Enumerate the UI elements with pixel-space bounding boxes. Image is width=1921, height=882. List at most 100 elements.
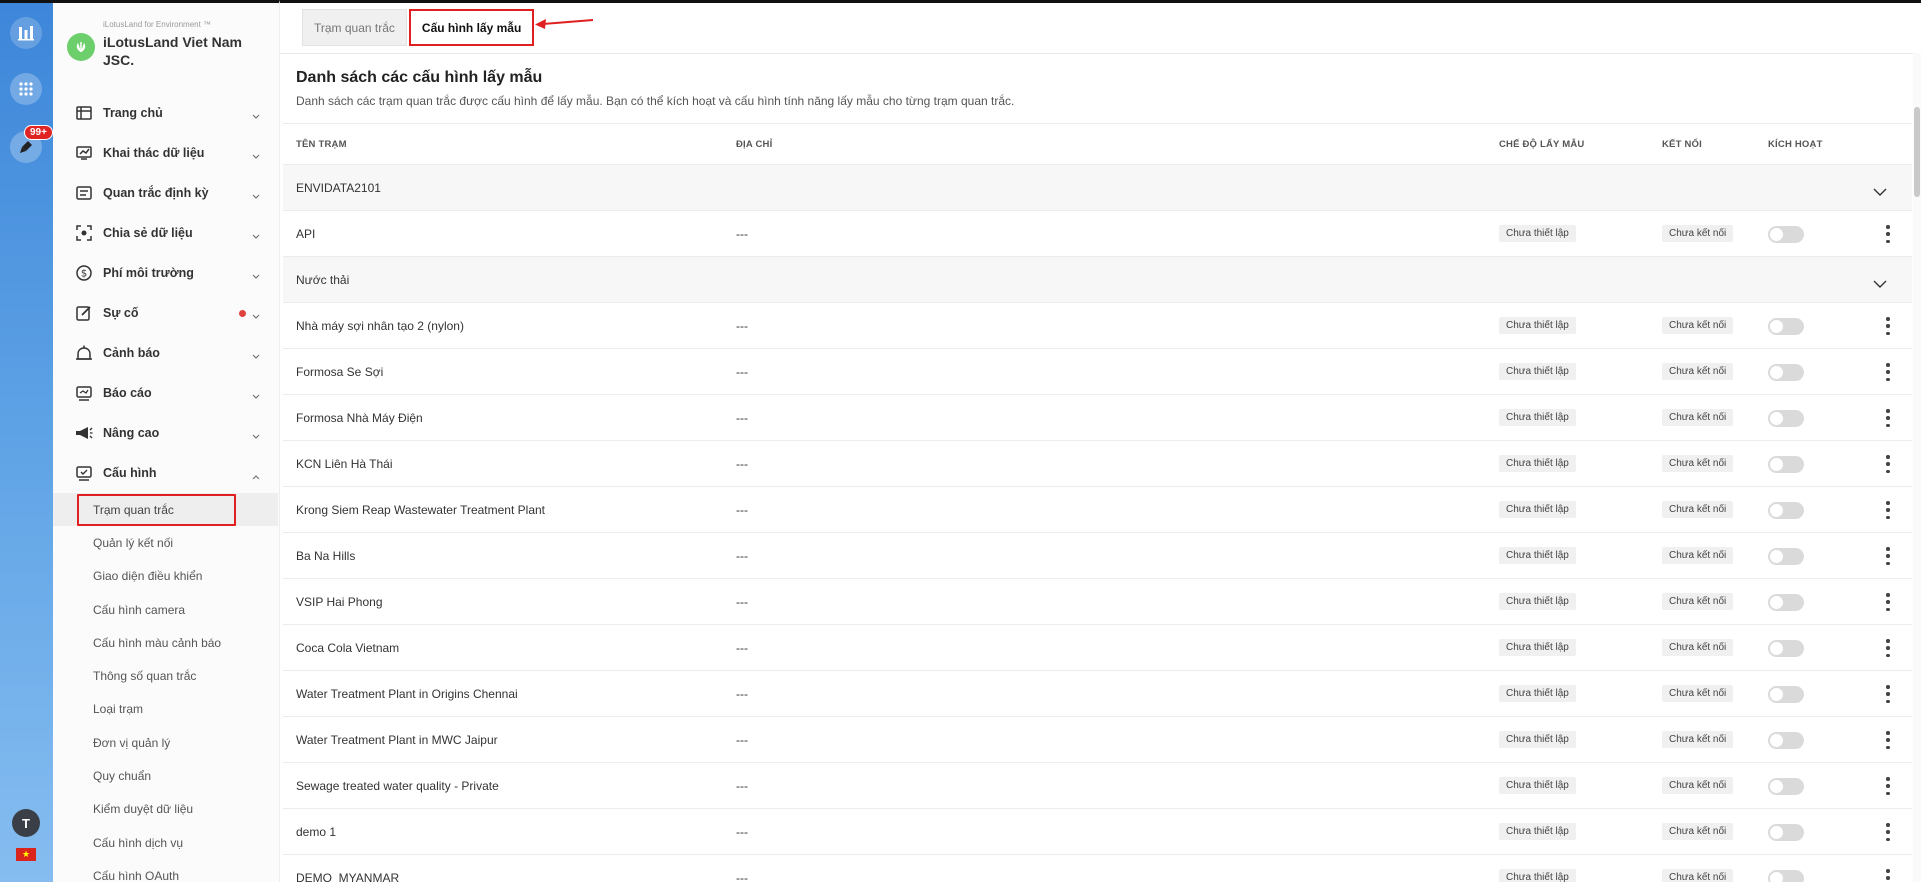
menu-phi-moi-truong[interactable]: $ Phí môi trường — [53, 253, 280, 293]
sidebar: iLotusLand for Environment ™ iLotusLand … — [53, 0, 280, 882]
table-row: Nhà máy sợi nhân tạo 2 (nylon) --- Chưa th… — [283, 303, 1912, 349]
more-options-icon[interactable] — [1885, 501, 1891, 519]
more-options-icon[interactable] — [1885, 731, 1891, 749]
vietnam-flag-icon[interactable]: ★ — [16, 848, 36, 861]
submenu-giao-dien-dieu-khien[interactable]: Giao diện điều khiển — [53, 560, 280, 593]
menu-trang-chu[interactable]: Trang chủ — [53, 93, 280, 133]
activate-toggle[interactable] — [1768, 778, 1804, 795]
connection-status-badge: Chưa kết nối — [1662, 363, 1734, 380]
activate-toggle[interactable] — [1768, 502, 1804, 519]
menu-canh-bao[interactable]: Cảnh báo — [53, 333, 280, 373]
submenu-thong-so-quan-trac[interactable]: Thông số quan trắc — [53, 659, 280, 692]
submenu-label: Quy chuẩn — [93, 769, 152, 784]
menu-chia-se-du-lieu[interactable]: Chia sẻ dữ liệu — [53, 213, 280, 253]
chevron-down-icon — [252, 387, 260, 405]
activate-toggle[interactable] — [1768, 824, 1804, 841]
activate-toggle[interactable] — [1768, 318, 1804, 335]
more-options-icon[interactable] — [1885, 409, 1891, 427]
submenu-label: Cấu hình camera — [93, 602, 186, 617]
more-options-icon[interactable] — [1885, 455, 1891, 473]
more-options-icon[interactable] — [1885, 593, 1891, 611]
table-row: Coca Cola Vietnam --- Chưa thiết lập Chưa k… — [283, 625, 1912, 671]
activate-toggle[interactable] — [1768, 226, 1804, 243]
activate-toggle[interactable] — [1768, 686, 1804, 703]
station-address: --- — [736, 227, 748, 241]
submenu-tram-quan-trac[interactable]: Trạm quan trắc — [53, 493, 278, 527]
table-row: Sewage treated water quality - Private --… — [283, 763, 1912, 809]
tab-tram-quan-trac[interactable]: Trạm quan trắc — [302, 9, 407, 46]
activate-toggle[interactable] — [1768, 870, 1804, 882]
settings-icon — [75, 464, 93, 482]
chevron-down-icon[interactable] — [1873, 183, 1887, 201]
chevron-down-icon — [252, 307, 260, 325]
apps-grid-icon[interactable] — [10, 73, 42, 105]
organization-name: iLotusLand Viet Nam JSC. — [103, 34, 242, 68]
more-options-icon[interactable] — [1885, 823, 1891, 841]
more-options-icon[interactable] — [1885, 777, 1891, 795]
submenu-quy-chuan[interactable]: Quy chuẩn — [53, 759, 280, 792]
station-name: DEMO_MYANMAR — [296, 871, 400, 882]
menu-label: Chia sẻ dữ liệu — [103, 226, 193, 240]
header-connection: KẾT NỐI — [1662, 139, 1702, 150]
page-title: Danh sách các cấu hình lấy mẫu — [296, 69, 543, 86]
menu-quan-trac-dinh-ky[interactable]: Quan trắc định kỳ — [53, 173, 280, 213]
header-address: ĐỊA CHỈ — [736, 139, 773, 150]
submenu-cau-hinh-oauth[interactable]: Cấu hình OAuth — [53, 859, 280, 882]
connection-status-badge: Chưa kết nối — [1662, 731, 1734, 748]
chevron-down-icon — [252, 147, 260, 165]
document-icon — [75, 184, 93, 202]
activate-toggle[interactable] — [1768, 640, 1804, 657]
user-avatar[interactable]: T — [12, 809, 40, 837]
activate-toggle[interactable] — [1768, 548, 1804, 565]
more-options-icon[interactable] — [1885, 547, 1891, 565]
menu-su-co[interactable]: Sự cố — [53, 293, 280, 333]
connection-status-badge: Chưa kết nối — [1662, 823, 1734, 840]
table-body: ENVIDATA2101 API --- Chưa thiết lập Chưa kết… — [283, 165, 1912, 882]
submenu-cau-hinh-mau-canh-bao[interactable]: Cấu hình màu cảnh báo — [53, 626, 280, 659]
activate-toggle[interactable] — [1768, 364, 1804, 381]
station-name: Water Treatment Plant in Origins Chennai — [296, 687, 518, 701]
vertical-scrollbar[interactable] — [1913, 53, 1921, 882]
more-options-icon[interactable] — [1885, 225, 1891, 243]
activate-toggle[interactable] — [1768, 456, 1804, 473]
more-options-icon[interactable] — [1885, 317, 1891, 335]
station-name: Nhà máy sợi nhân tạo 2 (nylon) — [296, 319, 464, 333]
station-address: --- — [736, 595, 748, 609]
menu-label: Báo cáo — [103, 386, 152, 400]
header-station-name: TÊN TRẠM — [296, 139, 347, 150]
chevron-down-icon[interactable] — [1873, 275, 1887, 293]
submenu-kiem-duyet-du-lieu[interactable]: Kiểm duyệt dữ liệu — [53, 793, 280, 826]
header-active: KÍCH HOẠT — [1768, 139, 1823, 150]
scrollbar-thumb[interactable] — [1914, 107, 1920, 197]
more-options-icon[interactable] — [1885, 685, 1891, 703]
station-name: Water Treatment Plant in MWC Jaipur — [296, 733, 498, 747]
activate-toggle[interactable] — [1768, 732, 1804, 749]
tab-cau-hinh-lay-mau[interactable]: Cấu hình lấy mẫu — [408, 9, 535, 46]
submenu-cau-hinh-dich-vu[interactable]: Cấu hình dịch vụ — [53, 826, 280, 859]
submenu-cau-hinh-camera[interactable]: Cấu hình camera — [53, 593, 280, 626]
menu-nang-cao[interactable]: Nâng cao — [53, 413, 280, 453]
table-row: demo 1 --- Chưa thiết lập Chưa kết nối — [283, 809, 1912, 855]
menu-label: Sự cố — [103, 306, 139, 320]
menu-label: Cảnh báo — [103, 346, 160, 360]
group-row[interactable]: Nước thải — [283, 257, 1912, 303]
group-row[interactable]: ENVIDATA2101 — [283, 165, 1912, 211]
menu-cau-hinh[interactable]: Cấu hình — [53, 453, 280, 493]
menu-bao-cao[interactable]: Báo cáo — [53, 373, 280, 413]
more-options-icon[interactable] — [1885, 869, 1891, 882]
svg-text:$: $ — [81, 269, 87, 280]
submenu-don-vi-quan-ly[interactable]: Đơn vị quản lý — [53, 726, 280, 759]
sampling-config-table: TÊN TRẠM ĐỊA CHỈ CHẾ ĐỘ LẤY MẪU KẾT NỐI … — [283, 123, 1912, 882]
more-options-icon[interactable] — [1885, 639, 1891, 657]
submenu-label: Cấu hình màu cảnh báo — [93, 635, 222, 650]
submenu-quan-ly-ket-noi[interactable]: Quản lý kết nối — [53, 526, 280, 559]
activate-toggle[interactable] — [1768, 594, 1804, 611]
more-options-icon[interactable] — [1885, 363, 1891, 381]
app-logo-icon[interactable] — [10, 17, 42, 49]
main-content: Trạm quan trắc Cấu hình lấy mẫu Danh sác… — [280, 0, 1921, 882]
menu-khai-thac-du-lieu[interactable]: Khai thác dữ liệu — [53, 133, 280, 173]
activate-toggle[interactable] — [1768, 410, 1804, 427]
menu-label: Nâng cao — [103, 426, 160, 440]
table-header: TÊN TRẠM ĐỊA CHỈ CHẾ ĐỘ LẤY MẪU KẾT NỐI … — [283, 123, 1912, 165]
submenu-loai-tram[interactable]: Loại trạm — [53, 693, 280, 726]
